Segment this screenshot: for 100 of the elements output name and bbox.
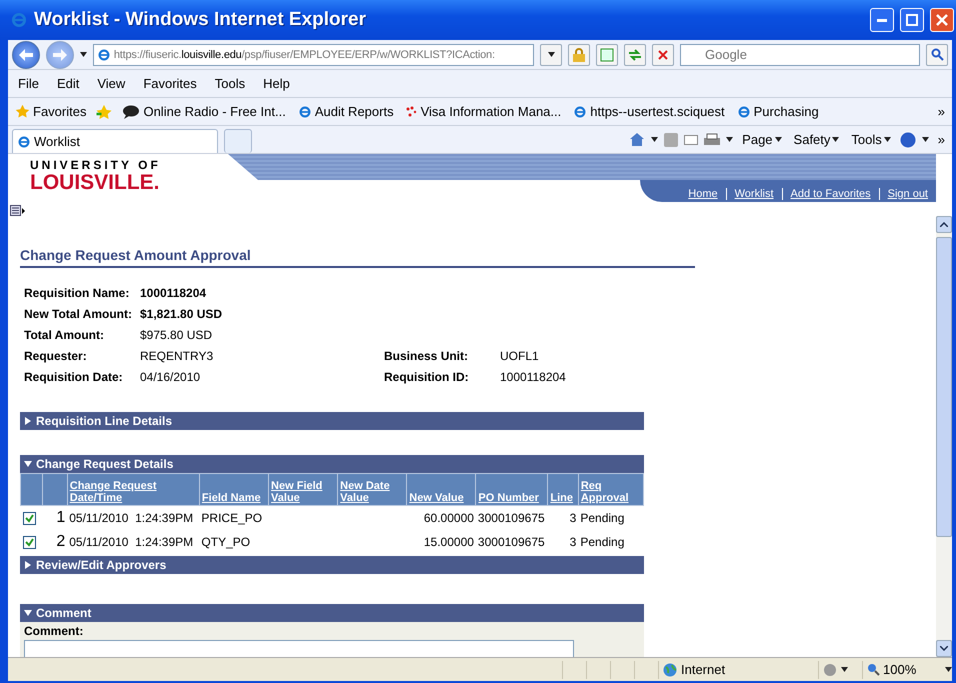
field-value: $1,821.80 USD [140, 307, 224, 321]
dots-icon [406, 106, 418, 118]
field-label: Comment: [24, 624, 84, 638]
arrow-left-icon [19, 48, 33, 60]
field-label: Requisition ID: [384, 370, 470, 384]
ie-icon [10, 11, 28, 29]
add-favorite-icon[interactable] [95, 104, 114, 119]
chevron-down-icon [940, 646, 948, 651]
back-button[interactable] [12, 40, 40, 68]
table-cell: 60.00000 [406, 506, 476, 530]
menu-item[interactable]: File [12, 74, 45, 93]
field-label: Total Amount: [24, 328, 105, 342]
nav-link[interactable]: Worklist [726, 188, 782, 200]
field-label: Requisition Date: [24, 370, 124, 384]
caret-icon [548, 52, 554, 57]
arrow-right-icon [53, 48, 67, 60]
menu-toggle-icon[interactable] [10, 205, 26, 217]
table-cell-text: Pending [579, 534, 626, 551]
section-header[interactable]: Requisition Line Details [20, 412, 644, 430]
more-button[interactable]: » [934, 104, 948, 119]
browser-tab[interactable]: Worklist [12, 129, 218, 153]
check-icon [24, 537, 34, 548]
caret-icon [726, 137, 734, 142]
caret-icon [80, 52, 87, 57]
caret-icon [832, 137, 840, 142]
table-cell: 3 [548, 506, 578, 530]
table-header-cell [20, 474, 43, 506]
menu-item[interactable]: Tools [208, 74, 252, 93]
caret-right-icon [24, 561, 32, 569]
caret-icon [774, 137, 782, 142]
home-icon[interactable] [629, 132, 646, 147]
menu-item[interactable]: Help [257, 74, 296, 93]
more-button[interactable]: » [934, 132, 948, 147]
window-title: Worklist - Windows Internet Explorer [34, 9, 368, 31]
lock-button[interactable] [568, 44, 590, 66]
refresh-icon [628, 48, 642, 60]
compatibility-button[interactable] [596, 44, 618, 66]
university-logo: UNIVERSITY OF LOUISVILLE. [29, 157, 162, 196]
favorite-link[interactable]: https--usertest.sciquest [570, 104, 728, 119]
ie-icon [97, 48, 111, 62]
ie-icon [736, 104, 751, 118]
stop-button[interactable] [652, 44, 674, 66]
minimize-button[interactable] [870, 8, 894, 32]
table-cell-text: 15.00000 [422, 534, 475, 551]
favorite-link[interactable]: Visa Information Mana... [402, 104, 564, 119]
table-cell: 3000109675 [476, 506, 548, 530]
search-button[interactable] [926, 44, 948, 66]
page-title: Change Request Amount Approval [20, 247, 695, 268]
caret-icon [884, 137, 891, 142]
refresh-button[interactable] [624, 44, 646, 66]
row-number: 2 [56, 533, 66, 550]
field-label: New Total Amount: [24, 307, 133, 321]
favorite-link[interactable]: Online Radio - Free Int... [119, 104, 289, 119]
field-value: $975.80 USD [140, 328, 214, 342]
section-header[interactable]: Review/Edit Approvers [20, 556, 644, 574]
table-cell-text: QTY_PO [200, 534, 252, 551]
favorite-link[interactable]: Purchasing [734, 104, 822, 119]
favorite-link[interactable]: Audit Reports [294, 104, 397, 119]
dropdown-button[interactable] [540, 44, 562, 66]
ie-icon [573, 104, 588, 118]
star-icon [15, 104, 30, 119]
maximize-button[interactable] [900, 8, 924, 32]
nav-link[interactable]: Sign out [878, 188, 936, 200]
caret-down-icon [24, 609, 32, 617]
printer-icon[interactable] [704, 132, 720, 146]
command-menu[interactable]: Safety [790, 132, 842, 147]
scrollbar[interactable] [936, 216, 952, 657]
search-icon [930, 48, 944, 61]
address-field[interactable]: https://fiuseric.louisville.edu/psp/fiuser/EMPLOYEE/ERP/w/WORKLIST?ICAction: [93, 44, 534, 66]
menu-item[interactable]: Edit [50, 74, 86, 93]
nav-link[interactable]: Home [680, 188, 726, 200]
favorites-button[interactable]: Favorites [12, 104, 90, 119]
section-header[interactable]: Change Request Details [20, 455, 644, 473]
checkbox[interactable] [22, 512, 36, 526]
table-cell-text: 3000109675 [476, 534, 546, 551]
ie-icon [298, 104, 312, 118]
chevron-up-icon [940, 222, 948, 227]
close-icon [936, 14, 948, 26]
section-header[interactable]: Comment [20, 604, 644, 622]
zoom-button[interactable]: 100% [867, 662, 916, 677]
table-cell-text: 05/11/2010 1:24:39PM [68, 534, 194, 551]
command-menu[interactable]: Tools [848, 132, 894, 147]
caret-right-icon [24, 417, 32, 425]
checkbox[interactable] [22, 536, 36, 550]
zoom-icon [867, 663, 880, 676]
forward-button[interactable] [46, 40, 74, 68]
menu-item[interactable]: View [91, 74, 132, 93]
command-menu[interactable]: Page [739, 132, 785, 147]
field-value: 1000118204 [500, 370, 567, 384]
caret-icon [841, 667, 848, 672]
field-value: 1000118204 [140, 286, 208, 300]
page-icon [600, 48, 614, 62]
close-button[interactable] [930, 8, 954, 32]
field-label: Business Unit: [384, 349, 470, 363]
menu-item[interactable]: Favorites [137, 74, 203, 93]
ie-icon [17, 134, 31, 148]
table-cell: PRICE_PO [199, 506, 269, 530]
nav-link[interactable]: Add to Favorites [782, 188, 879, 200]
minimize-icon [877, 18, 887, 22]
search-field[interactable]: Google [680, 44, 920, 66]
